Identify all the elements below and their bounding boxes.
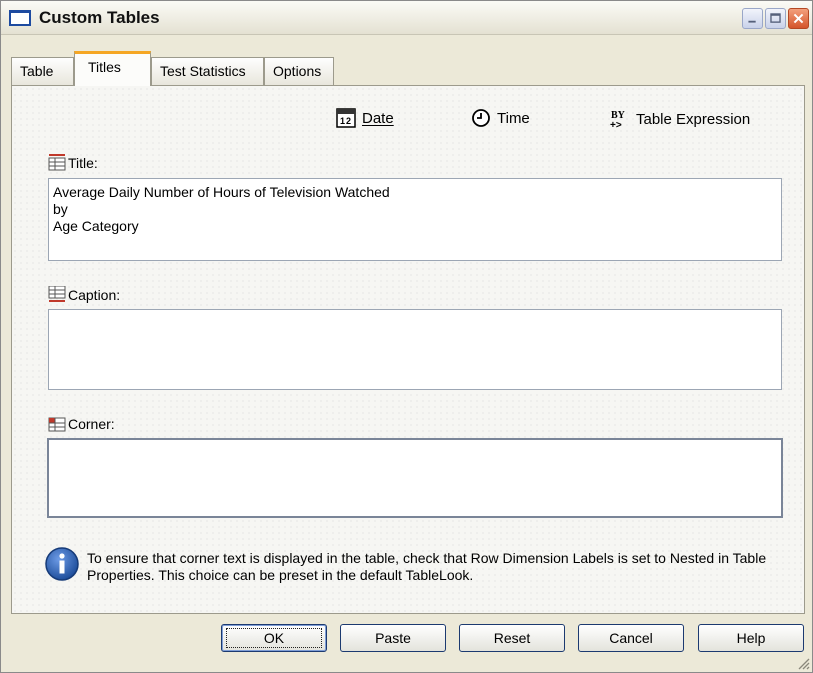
help-button[interactable]: Help [698, 624, 804, 652]
caption-textarea[interactable] [48, 309, 782, 390]
tab-options[interactable]: Options [264, 57, 334, 85]
svg-text:+>: +> [610, 120, 622, 130]
minimize-icon [748, 20, 756, 23]
svg-text:1: 1 [340, 116, 345, 126]
insert-date-label: Date [362, 109, 394, 127]
reset-button-label: Reset [493, 630, 531, 646]
insert-table-expression-label: Table Expression [636, 110, 751, 128]
titles-panel: 1 2 Date Time BY +> Table Expression Tit… [11, 85, 805, 614]
table-corner-icon [48, 417, 66, 431]
close-button[interactable] [788, 8, 809, 29]
corner-textarea[interactable] [47, 438, 783, 518]
clock-icon [472, 109, 490, 127]
by-expression-icon: BY +> [610, 110, 626, 130]
close-icon [793, 13, 804, 24]
ok-button[interactable]: OK [221, 624, 327, 652]
insert-date-button[interactable]: 1 2 Date [336, 108, 394, 128]
help-button-label: Help [736, 630, 766, 646]
table-title-icon [48, 154, 66, 171]
corner-label: Corner: [48, 416, 115, 432]
window-icon [9, 10, 31, 26]
minimize-button[interactable] [742, 8, 763, 29]
info-message: To ensure that corner text is displayed … [87, 550, 767, 583]
title-label-text: Title: [68, 154, 98, 171]
title-label: Title: [48, 154, 98, 171]
maximize-icon [770, 13, 781, 23]
insert-time-button[interactable]: Time [471, 108, 530, 128]
reset-button[interactable]: Reset [459, 624, 565, 652]
cancel-button-label: Cancel [609, 630, 653, 646]
resize-grip-icon[interactable] [796, 656, 810, 670]
title-bar[interactable]: Custom Tables [1, 1, 812, 35]
caption-label-text: Caption: [68, 286, 121, 303]
info-icon [45, 547, 79, 581]
paste-button-label: Paste [375, 630, 411, 646]
focus-ring [226, 628, 322, 648]
table-caption-icon [48, 286, 66, 302]
paste-button[interactable]: Paste [340, 624, 446, 652]
tab-test-statistics[interactable]: Test Statistics [151, 57, 264, 85]
cancel-button[interactable]: Cancel [578, 624, 684, 652]
insert-table-expression-button[interactable]: BY +> Table Expression [608, 108, 750, 130]
custom-tables-dialog: Custom Tables Table Titles Test Statisti… [0, 0, 813, 673]
caption-label: Caption: [48, 286, 120, 303]
insert-time-label: Time [497, 109, 530, 127]
maximize-button[interactable] [765, 8, 786, 29]
svg-text:2: 2 [346, 116, 351, 126]
window-title: Custom Tables [39, 8, 160, 27]
title-textarea[interactable]: Average Daily Number of Hours of Televis… [48, 178, 782, 261]
calendar-icon: 1 2 [336, 108, 356, 128]
tab-titles[interactable]: Titles [74, 51, 151, 86]
corner-label-text: Corner: [68, 416, 115, 432]
tab-table[interactable]: Table [11, 57, 74, 85]
